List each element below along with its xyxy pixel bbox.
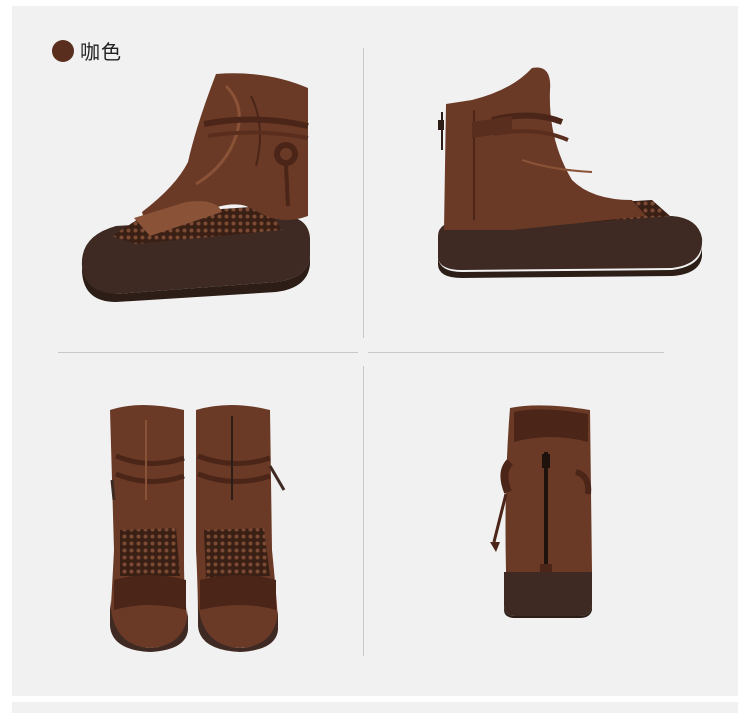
- product-color-page: 咖色: [0, 0, 750, 713]
- boot-side-view-right: [432, 60, 708, 280]
- divider-vertical-top: [363, 48, 364, 338]
- divider-vertical-bottom: [363, 366, 364, 656]
- color-option-label: 咖色: [52, 36, 122, 65]
- divider-horizontal-left: [58, 352, 358, 353]
- color-name: 咖色: [80, 40, 122, 64]
- bottom-strip: [12, 702, 738, 713]
- color-swatch: [52, 39, 74, 62]
- boot-front-view-pair: [100, 400, 290, 652]
- divider-horizontal-right: [368, 352, 664, 353]
- boot-back-view: [480, 402, 600, 618]
- boot-side-view-left: [76, 66, 316, 306]
